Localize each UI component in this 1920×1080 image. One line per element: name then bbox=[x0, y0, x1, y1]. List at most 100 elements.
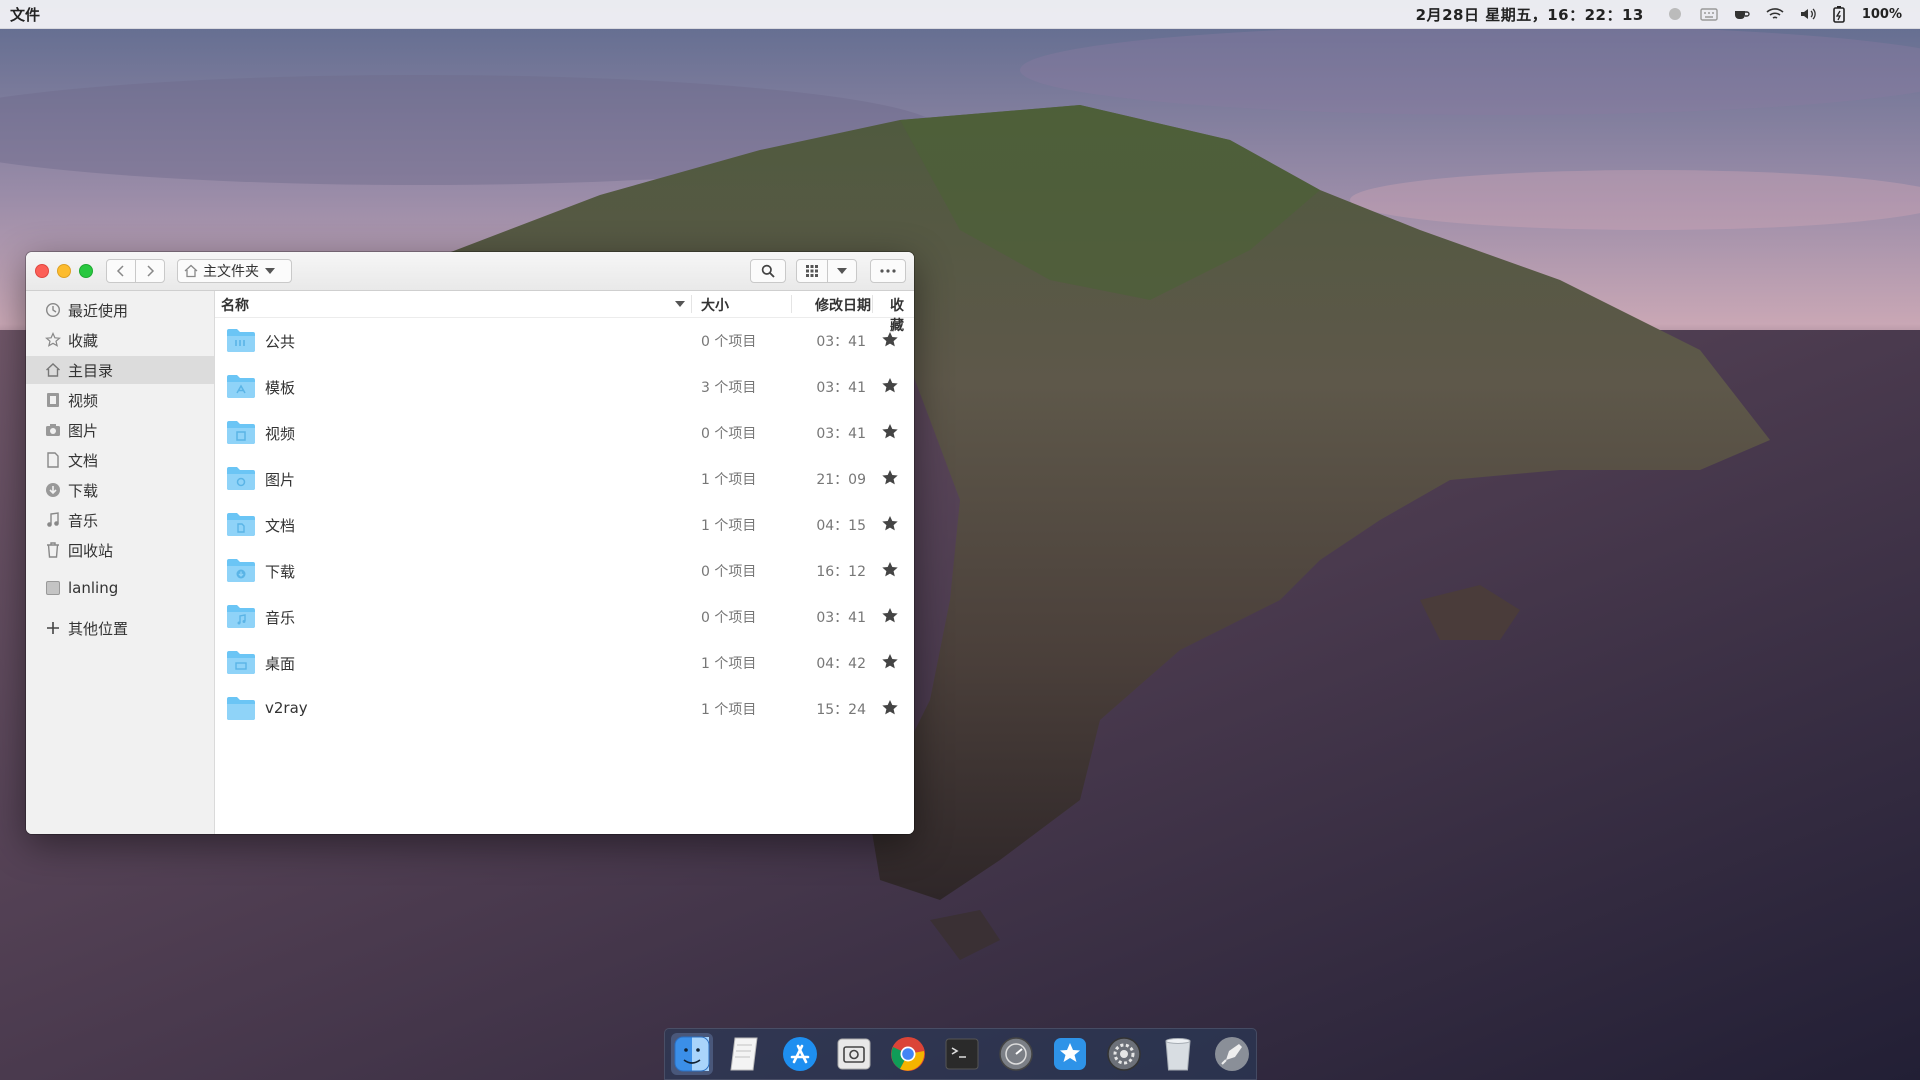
sidebar-item-label: lanling bbox=[68, 579, 119, 597]
dock-app-screenshot[interactable] bbox=[833, 1033, 875, 1075]
sidebar-item-label: 图片 bbox=[68, 421, 99, 440]
file-modified: 16：12 bbox=[816, 564, 866, 580]
folder-downloads-icon bbox=[227, 559, 255, 582]
chevron-left-icon bbox=[116, 265, 124, 277]
dock-app-trash[interactable] bbox=[1157, 1033, 1199, 1075]
volume-icon[interactable] bbox=[1800, 7, 1816, 21]
sidebar-item-videos[interactable]: 视频 bbox=[26, 386, 214, 414]
close-window-button[interactable] bbox=[35, 264, 49, 278]
trash-icon bbox=[44, 542, 62, 558]
more-menu-button[interactable] bbox=[870, 259, 906, 283]
sidebar-item-downloads[interactable]: 下载 bbox=[26, 476, 214, 504]
launcher-icon bbox=[1215, 1037, 1249, 1071]
star-icon[interactable] bbox=[881, 469, 899, 487]
star-icon[interactable] bbox=[881, 607, 899, 625]
coffee-icon[interactable] bbox=[1734, 7, 1750, 21]
sidebar-item-other-locations[interactable]: 其他位置 bbox=[26, 614, 214, 642]
column-header: 名称 大小 修改日期 收藏 bbox=[215, 291, 914, 334]
column-size[interactable]: 大小 bbox=[701, 295, 729, 315]
battery-percentage[interactable]: 100% bbox=[1862, 7, 1902, 22]
brightness-icon[interactable] bbox=[1666, 5, 1684, 23]
table-row[interactable]: 音乐 0 个项目 03：41 bbox=[215, 594, 914, 640]
grid-view-button[interactable] bbox=[796, 259, 828, 283]
settings-icon bbox=[1107, 1037, 1141, 1071]
file-size: 0 个项目 bbox=[701, 610, 757, 626]
battery-icon[interactable] bbox=[1832, 5, 1846, 23]
file-size: 1 个项目 bbox=[701, 702, 757, 718]
sidebar-item-label: 文档 bbox=[68, 451, 99, 470]
table-row[interactable]: v2ray 1 个项目 15：24 bbox=[215, 686, 914, 732]
star-icon[interactable] bbox=[881, 423, 899, 441]
app-menu[interactable]: 文件 bbox=[0, 4, 40, 25]
star-icon[interactable] bbox=[881, 561, 899, 579]
folder-documents-icon bbox=[227, 513, 255, 536]
file-modified: 03：41 bbox=[816, 426, 866, 442]
sort-down-icon[interactable] bbox=[675, 301, 685, 307]
dock-app-app-center[interactable] bbox=[1049, 1033, 1091, 1075]
folder-desktop-icon bbox=[227, 651, 255, 674]
sidebar-item-pictures[interactable]: 图片 bbox=[26, 416, 214, 444]
table-row[interactable]: 模板 3 个项目 03：41 bbox=[215, 364, 914, 410]
back-button[interactable] bbox=[106, 259, 136, 283]
star-icon[interactable] bbox=[881, 653, 899, 671]
folder-icon bbox=[227, 697, 255, 720]
column-name[interactable]: 名称 bbox=[221, 295, 249, 315]
file-modified: 03：41 bbox=[816, 334, 866, 350]
dock-app-system-monitor[interactable] bbox=[995, 1033, 1037, 1075]
file-size: 1 个项目 bbox=[701, 518, 757, 534]
search-button[interactable] bbox=[750, 259, 786, 283]
star-icon[interactable] bbox=[881, 331, 899, 349]
maximize-window-button[interactable] bbox=[79, 264, 93, 278]
file-name: 下载 bbox=[265, 563, 296, 581]
path-bar-home[interactable]: 主文件夹 bbox=[177, 259, 292, 283]
table-row[interactable]: 图片 1 个项目 21：09 bbox=[215, 456, 914, 502]
table-row[interactable]: 下载 0 个项目 16：12 bbox=[215, 548, 914, 594]
sidebar-item-trash[interactable]: 回收站 bbox=[26, 536, 214, 564]
dock-app-launcher[interactable] bbox=[1211, 1033, 1253, 1075]
wifi-icon[interactable] bbox=[1766, 7, 1784, 21]
table-row[interactable]: 视频 0 个项目 03：41 bbox=[215, 410, 914, 456]
clock[interactable]: 2月28日 星期五，16：22：13 bbox=[1416, 4, 1644, 25]
file-size: 1 个项目 bbox=[701, 472, 757, 488]
star-icon[interactable] bbox=[881, 377, 899, 395]
home-icon bbox=[44, 362, 62, 378]
dock-app-app-store[interactable] bbox=[779, 1033, 821, 1075]
keyboard-icon[interactable] bbox=[1700, 7, 1718, 21]
table-row[interactable]: 公共 0 个项目 03：41 bbox=[215, 318, 914, 364]
chrome-icon bbox=[891, 1037, 925, 1071]
dock-app-chrome[interactable] bbox=[887, 1033, 929, 1075]
path-label: 主文件夹 bbox=[203, 264, 259, 280]
column-modified[interactable]: 修改日期 bbox=[815, 295, 871, 315]
sidebar-item-recent[interactable]: 最近使用 bbox=[26, 296, 214, 324]
sidebar-item-label: 回收站 bbox=[68, 541, 114, 560]
caret-down-icon bbox=[265, 268, 275, 274]
folder-public-icon bbox=[227, 329, 255, 352]
sidebar-item-home[interactable]: 主目录 bbox=[26, 356, 214, 384]
star-icon[interactable] bbox=[881, 699, 899, 717]
music-note-icon bbox=[44, 512, 62, 528]
text-editor-icon bbox=[730, 1037, 758, 1071]
download-icon bbox=[44, 482, 62, 498]
minimize-window-button[interactable] bbox=[57, 264, 71, 278]
dock-app-text-editor[interactable] bbox=[725, 1033, 767, 1075]
dock-app-terminal[interactable] bbox=[941, 1033, 983, 1075]
sidebar-item-starred[interactable]: 收藏 bbox=[26, 326, 214, 354]
view-options-button[interactable] bbox=[827, 259, 857, 283]
star-icon[interactable] bbox=[881, 515, 899, 533]
table-row[interactable]: 桌面 1 个项目 04：42 bbox=[215, 640, 914, 686]
sidebar-item-drive[interactable]: lanling bbox=[26, 574, 214, 602]
file-list: 名称 大小 修改日期 收藏 公共 0 个项目 03：41 模板 3 个项目 03… bbox=[215, 291, 914, 834]
dock-app-settings[interactable] bbox=[1103, 1033, 1145, 1075]
sidebar-item-music[interactable]: 音乐 bbox=[26, 506, 214, 534]
sidebar-item-label: 音乐 bbox=[68, 511, 99, 530]
forward-button[interactable] bbox=[135, 259, 165, 283]
file-modified: 04：15 bbox=[816, 518, 866, 534]
file-size: 0 个项目 bbox=[701, 564, 757, 580]
sidebar-item-documents[interactable]: 文档 bbox=[26, 446, 214, 474]
file-modified: 15：24 bbox=[816, 702, 866, 718]
dock-app-file-manager[interactable] bbox=[671, 1033, 713, 1075]
file-name: 公共 bbox=[265, 333, 296, 351]
table-row[interactable]: 文档 1 个项目 04：15 bbox=[215, 502, 914, 548]
file-name: 模板 bbox=[265, 379, 296, 397]
ellipsis-icon bbox=[880, 269, 896, 273]
